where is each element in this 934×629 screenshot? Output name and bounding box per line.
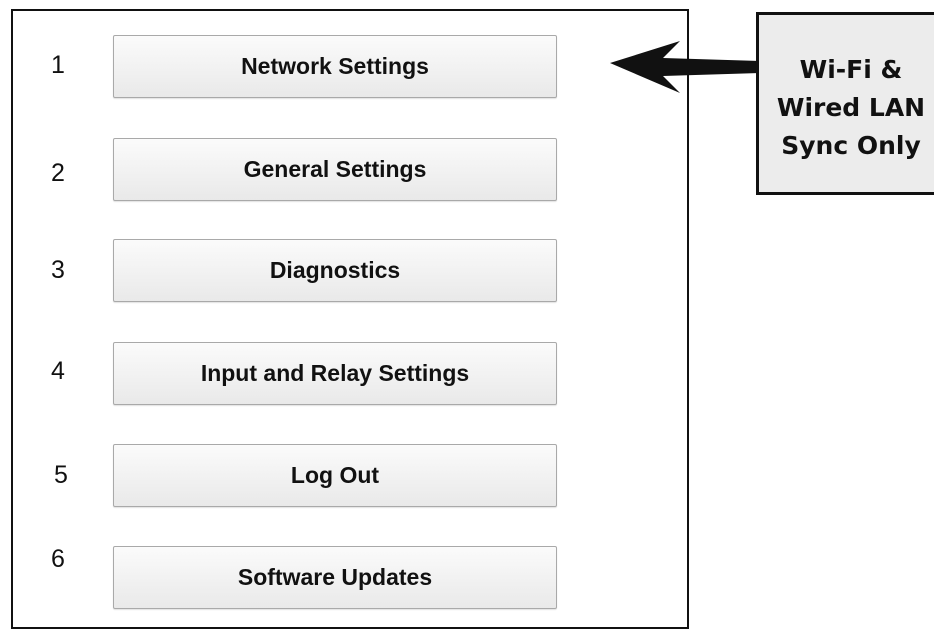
menu-number-6: 6 [51, 545, 65, 573]
menu-number-4: 4 [51, 357, 65, 385]
log-out-button[interactable]: Log Out [113, 444, 557, 507]
menu-number-5: 5 [54, 461, 68, 489]
connection-note-callout: Wi-Fi & Wired LAN Sync Only [756, 12, 934, 195]
settings-menu-panel: 1 Network Settings 2 General Settings 3 … [11, 9, 689, 629]
callout-line-wired-lan: Wired LAN [776, 92, 926, 122]
software-updates-button[interactable]: Software Updates [113, 546, 557, 609]
menu-number-1: 1 [51, 51, 65, 79]
general-settings-button[interactable]: General Settings [113, 138, 557, 201]
callout-line-sync-only: Sync Only [781, 130, 921, 160]
menu-number-3: 3 [51, 256, 65, 284]
network-settings-button[interactable]: Network Settings [113, 35, 557, 98]
arrow-left-icon [610, 41, 760, 93]
menu-number-2: 2 [51, 159, 65, 187]
input-and-relay-settings-button[interactable]: Input and Relay Settings [113, 342, 557, 405]
callout-line-wifi: Wi-Fi & [799, 54, 903, 84]
diagnostics-button[interactable]: Diagnostics [113, 239, 557, 302]
